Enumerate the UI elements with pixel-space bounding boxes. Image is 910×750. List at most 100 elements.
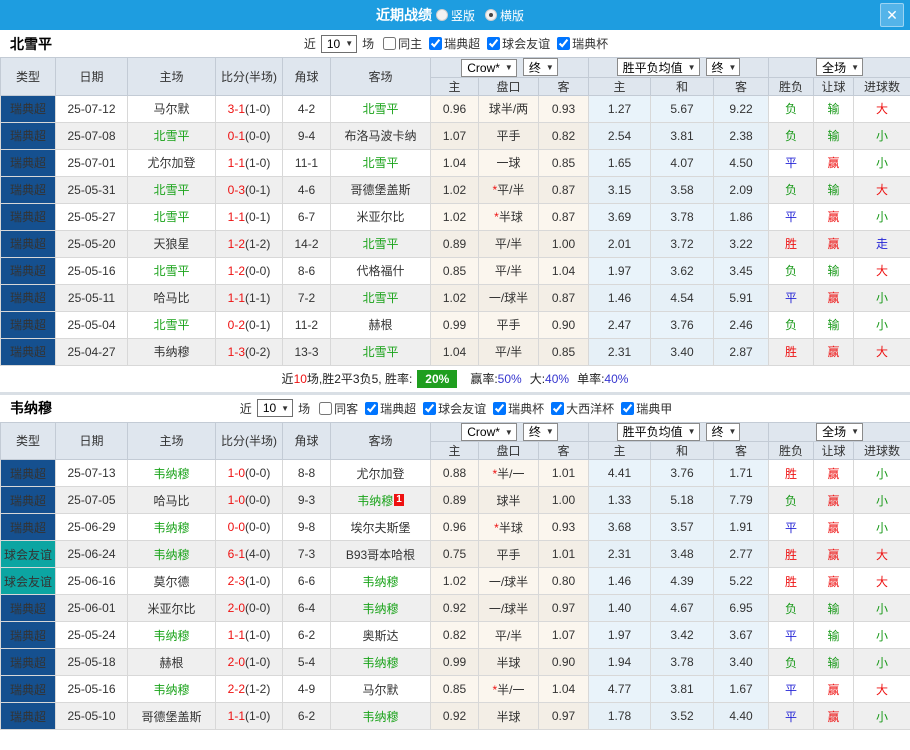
crow-home-odds: 1.02: [430, 175, 479, 204]
league-cell: 瑞典超: [0, 459, 56, 487]
chevron-down-icon: ▼: [504, 427, 513, 437]
home-team-cell: 赫根: [127, 648, 216, 676]
crow-home-odds: 0.88: [430, 459, 479, 487]
avg-away-odds: 3.67: [713, 621, 770, 649]
same-venue-checkbox[interactable]: [319, 401, 333, 415]
handicap-cell: 平/半: [478, 621, 539, 649]
close-icon[interactable]: ✕: [880, 3, 904, 27]
handicap-cell: 平手: [478, 540, 539, 568]
halftime-score: (1-0): [245, 155, 271, 170]
column-header: 类型: [0, 57, 56, 96]
score-cell: 1-1(1-0): [215, 702, 283, 730]
crow-away-odds: 0.87: [537, 283, 590, 312]
odds-source-select[interactable]: 终 ▼: [522, 58, 558, 76]
date-cell: 25-05-10: [55, 702, 128, 730]
table-row: 瑞典超 25-05-16 北雪平 1-2(0-0) 8-6 代格福什 0.85 平/半 1.04…: [0, 256, 910, 285]
odds-source-select-value: 胜平负均值: [622, 425, 683, 440]
horizontal-layout-label[interactable]: 横版: [500, 7, 524, 24]
league-cell: 瑞典超: [0, 175, 56, 204]
summary-stat: 单率:40%: [577, 370, 628, 387]
odds-source-select[interactable]: 终 ▼: [705, 422, 741, 441]
horizontal-layout-radio[interactable]: [485, 9, 497, 21]
avg-draw-odds: 3.78: [650, 648, 715, 676]
chevron-down-icon: ▼: [687, 62, 696, 72]
league-filter-checkbox[interactable]: [557, 37, 571, 50]
score-cell: 0-1(0-0): [215, 121, 283, 150]
home-team-cell: 马尔默: [127, 94, 216, 123]
odds-source-select-value: 胜平负均值: [622, 60, 683, 75]
same-venue-checkbox[interactable]: [383, 37, 397, 50]
halftime-score: (0-0): [245, 263, 271, 278]
crow-home-odds: 0.85: [430, 675, 479, 703]
odds-source-select[interactable]: 全场 ▼: [816, 422, 864, 441]
result-cell: 平: [768, 513, 815, 541]
odds-source-select[interactable]: 胜平负均值 ▼: [616, 422, 700, 441]
handicap-cell: 平/半: [478, 229, 539, 258]
chevron-down-icon: ▼: [687, 427, 696, 437]
avg-away-odds: 2.87: [713, 337, 770, 366]
same-venue-checkbox-label: 同客: [334, 401, 359, 416]
away-team-cell: 韦纳穆: [330, 648, 431, 676]
crow-away-odds: 0.90: [537, 648, 590, 676]
odds-source-select[interactable]: 全场 ▼: [816, 58, 864, 77]
odds-source-select[interactable]: 胜平负均值 ▼: [616, 58, 700, 77]
home-team-cell: 北雪平: [127, 121, 216, 150]
odds-source-select[interactable]: 终 ▼: [705, 58, 741, 77]
odds-source-select[interactable]: Crow* ▼: [461, 58, 517, 77]
vertical-layout-radio[interactable]: [435, 9, 448, 21]
crow-away-odds: 0.85: [537, 148, 590, 177]
handicap-result-cell: 赢: [813, 540, 855, 568]
odds-source-select[interactable]: 终 ▼: [522, 422, 558, 441]
goals-result-cell: 大: [853, 94, 910, 123]
avg-away-odds: 2.46: [713, 310, 770, 339]
halftime-score: (0-0): [245, 493, 271, 507]
avg-draw-odds: 3.78: [650, 202, 715, 231]
date-cell: 25-05-18: [55, 648, 128, 676]
league-filter-checkbox[interactable]: [551, 401, 565, 415]
match-count-select[interactable]: 10 ▼: [320, 34, 358, 53]
odds-source-select-value: Crow*: [467, 60, 500, 75]
league-filter-checkbox[interactable]: [621, 401, 635, 415]
league-filter-checkbox-label: 球会友谊: [502, 37, 551, 51]
goals-result-cell: 走: [853, 229, 910, 258]
handicap-text: 平手: [496, 129, 521, 143]
league-filter-checkbox[interactable]: [423, 401, 437, 415]
sub-column-header: 盘口: [478, 441, 539, 460]
goals-result-cell: 小: [853, 621, 910, 649]
avg-away-odds: 1.91: [713, 513, 770, 541]
chevron-down-icon: ▼: [545, 427, 554, 436]
crow-home-odds: 0.92: [430, 702, 479, 730]
handicap-text: 一/球半: [488, 601, 529, 616]
vertical-layout-label[interactable]: 竖版: [451, 7, 475, 24]
sub-column-header: 客: [713, 441, 770, 460]
sub-column-header: 主: [588, 441, 652, 460]
league-filter-checkbox[interactable]: [365, 401, 379, 415]
odds-source-select-value: 全场: [822, 425, 847, 440]
avg-home-odds: 1.94: [588, 648, 652, 676]
win-rate-badge: 20%: [417, 369, 458, 388]
match-count-select[interactable]: 10 ▼: [256, 399, 294, 417]
league-filter-checkbox[interactable]: [487, 37, 501, 50]
crow-home-odds: 0.92: [430, 594, 479, 622]
match-count-select-value: 10: [326, 36, 341, 51]
sub-column-header: 主: [430, 76, 479, 96]
handicap-result-cell: 赢: [813, 148, 855, 177]
table-row: 瑞典超 25-05-10 哥德堡盖斯 1-1(1-0) 6-2 韦纳穆 0.92 半球 0.97…: [0, 702, 910, 730]
odds-group-header: Crow* ▼ 终 ▼: [429, 421, 590, 442]
table-row: 瑞典超 25-07-12 马尔默 3-1(1-0) 4-2 北雪平 0.96 球半/两 0.93…: [0, 94, 910, 123]
avg-away-odds: 2.77: [713, 540, 770, 568]
away-team-cell: 赫根: [330, 310, 431, 339]
odds-source-select[interactable]: Crow* ▼: [461, 423, 517, 441]
crow-away-odds: 0.97: [537, 594, 590, 622]
rank-badge: 1: [394, 493, 404, 506]
sub-column-header: 客: [537, 441, 590, 460]
handicap-cell: 一球: [478, 148, 539, 177]
handicap-text: 平/半: [497, 183, 525, 197]
halftime-score: (1-2): [245, 682, 271, 696]
crow-home-odds: 1.07: [430, 121, 479, 150]
league-filter-checkbox[interactable]: [429, 37, 443, 50]
result-cell: 负: [768, 121, 815, 150]
handicap-cell: 一/球半: [478, 594, 539, 622]
handicap-text: 球半: [496, 493, 521, 508]
league-filter-checkbox[interactable]: [493, 401, 507, 415]
